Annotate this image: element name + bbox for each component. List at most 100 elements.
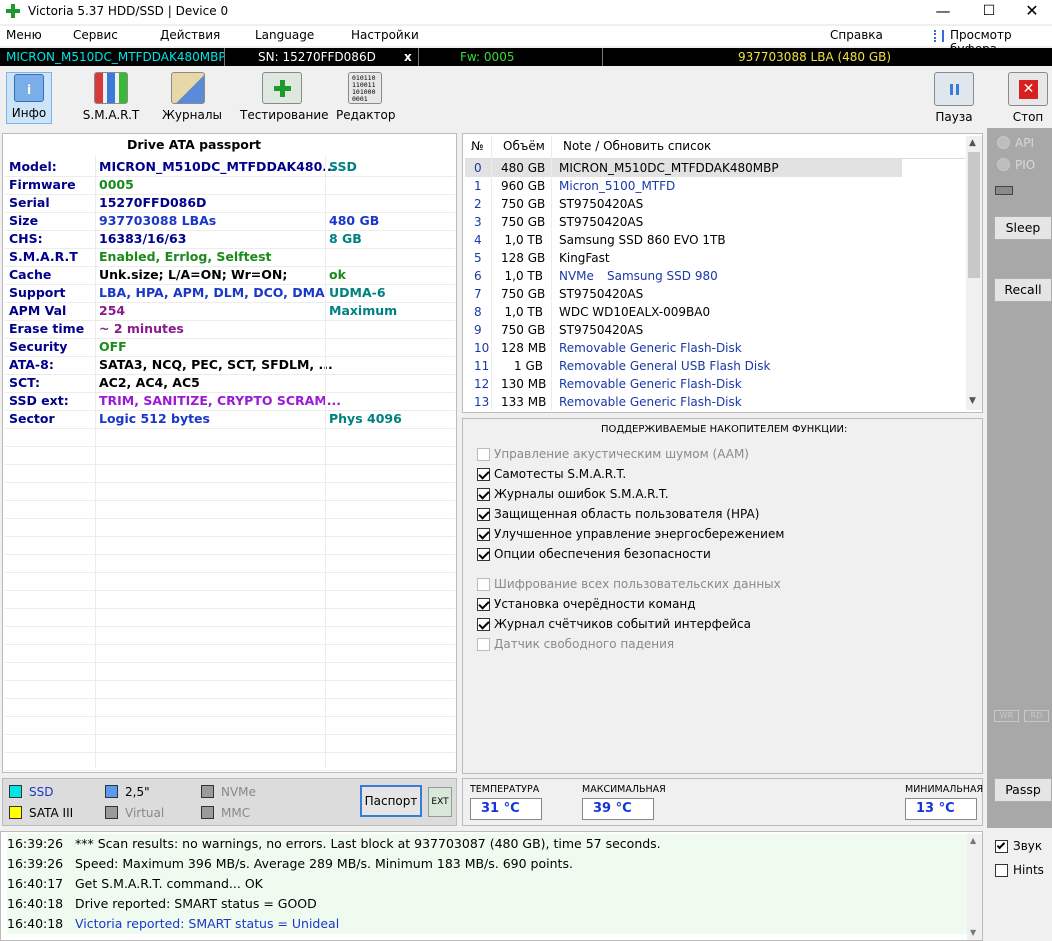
menu-help[interactable]: Справка bbox=[830, 28, 883, 42]
sound-label: Звук bbox=[1013, 839, 1043, 853]
info-tab-button[interactable]: i Инфо bbox=[6, 72, 52, 124]
row-divider bbox=[5, 752, 455, 753]
log-time: 16:39:26 bbox=[7, 836, 64, 851]
menu-language[interactable]: Language bbox=[255, 28, 314, 42]
feature-checkbox[interactable] bbox=[477, 488, 490, 501]
passport-field-value: ~ 2 minutes bbox=[99, 321, 184, 336]
smart-tab-button[interactable]: S.M.A.R.T bbox=[80, 72, 142, 122]
close-drive-button[interactable]: x bbox=[404, 48, 412, 66]
passport-field-value: 16383/16/63 bbox=[99, 231, 187, 246]
hints-checkbox[interactable] bbox=[995, 864, 1008, 877]
drive-list-row[interactable]: 8 1,0 TB WDC WD10EALX-009BA0 bbox=[465, 303, 965, 321]
log-scrollbar[interactable]: ▲ ▼ bbox=[967, 834, 982, 940]
feature-checkbox[interactable] bbox=[477, 468, 490, 481]
passport-button[interactable]: Паспорт bbox=[360, 785, 422, 817]
drive-list-row[interactable]: 5 128 GB KingFast bbox=[465, 249, 965, 267]
minimize-button[interactable]: — bbox=[920, 0, 966, 24]
row-divider bbox=[5, 644, 455, 645]
drive-list-row[interactable]: 4 1,0 TB Samsung SSD 860 EVO 1TB bbox=[465, 231, 965, 249]
mmc-color-swatch bbox=[201, 806, 214, 819]
divider bbox=[418, 48, 419, 66]
feature-checkbox[interactable] bbox=[477, 548, 490, 561]
passport-field-value: SATA3, NCQ, PEC, SCT, SFDLM, ... bbox=[99, 357, 333, 372]
recall-button[interactable]: Recall bbox=[994, 278, 1052, 302]
list-scrollbar[interactable]: ▲ ▼ bbox=[966, 136, 982, 410]
stop-button[interactable]: ✕ Стоп bbox=[1006, 72, 1050, 124]
ext-button[interactable]: EXT bbox=[428, 787, 452, 817]
drive-list-row[interactable]: 2 750 GB ST9750420AS bbox=[465, 195, 965, 213]
row-divider bbox=[5, 464, 455, 465]
testing-tab-button[interactable]: Тестирование bbox=[240, 72, 329, 122]
feature-checkbox[interactable] bbox=[477, 448, 490, 461]
feature-checkbox[interactable] bbox=[477, 638, 490, 651]
drive-size: 960 GB bbox=[501, 179, 546, 193]
column-size[interactable]: Объём bbox=[503, 139, 545, 153]
pause-button[interactable]: Пауза bbox=[932, 72, 976, 124]
pio-radio[interactable] bbox=[997, 158, 1010, 171]
drive-type-legend: SSD 2,5" NVMe SATA III Virtual MMC Паспо… bbox=[2, 778, 457, 826]
menu-settings[interactable]: Настройки bbox=[351, 28, 419, 42]
pause-icon bbox=[934, 72, 974, 106]
drive-name: Removable Generic Flash-Disk bbox=[559, 395, 742, 409]
drive-list-row[interactable]: 13 133 MB Removable Generic Flash-Disk bbox=[465, 393, 965, 411]
drive-list-row[interactable]: 7 750 GB ST9750420AS bbox=[465, 285, 965, 303]
passport-field-label: APM Val bbox=[9, 303, 67, 318]
feature-checkbox[interactable] bbox=[477, 578, 490, 591]
scroll-down-icon[interactable]: ▼ bbox=[970, 928, 976, 937]
drive-index: 2 bbox=[474, 197, 482, 211]
drive-interface: NVMe bbox=[559, 269, 594, 283]
passport-row: Sector Logic 512 bytes Phys 4096 bbox=[9, 410, 449, 428]
api-radio[interactable] bbox=[997, 136, 1010, 149]
drive-list: № Объём Note / Обновить список 0 480 GB MI… bbox=[462, 133, 983, 413]
stop-label: Стоп bbox=[1012, 110, 1044, 124]
nvme-color-swatch bbox=[201, 785, 214, 798]
feature-checkbox[interactable] bbox=[477, 528, 490, 541]
smart-label: S.M.A.R.T bbox=[82, 108, 140, 122]
drive-passport-panel: Drive ATA passport Model: MICRON_M510DC_M… bbox=[2, 133, 457, 773]
close-window-button[interactable]: ✕ bbox=[1012, 0, 1052, 24]
passp-button[interactable]: Passp bbox=[994, 778, 1052, 802]
scroll-up-icon[interactable]: ▲ bbox=[970, 836, 976, 845]
drive-index: 5 bbox=[474, 251, 482, 265]
pio-label: PIO bbox=[1015, 158, 1036, 172]
drive-list-row[interactable]: 10 128 MB Removable Generic Flash-Disk bbox=[465, 339, 965, 357]
drive-list-row[interactable]: 9 750 GB ST9750420AS bbox=[465, 321, 965, 339]
sound-checkbox[interactable] bbox=[995, 840, 1008, 853]
menu-service[interactable]: Сервис bbox=[73, 28, 118, 42]
log-line: 16:40:17 Get S.M.A.R.T. command... OK bbox=[7, 874, 967, 894]
maximize-button[interactable]: ☐ bbox=[966, 0, 1012, 24]
testing-label: Тестирование bbox=[240, 108, 329, 122]
sleep-button[interactable]: Sleep bbox=[994, 216, 1052, 240]
feature-checkbox[interactable] bbox=[477, 508, 490, 521]
drive-list-row[interactable]: 0 480 GB MICRON_M510DC_MTFDDAK480MBP bbox=[465, 159, 902, 177]
drive-name: Samsung SSD 980 bbox=[607, 269, 718, 283]
passport-field-extra: Maximum bbox=[329, 303, 398, 318]
column-number[interactable]: № bbox=[471, 139, 483, 153]
drive-list-row[interactable]: 3 750 GB ST9750420AS bbox=[465, 213, 965, 231]
menu-actions[interactable]: Действия bbox=[160, 28, 220, 42]
feature-item: Журналы ошибок S.M.A.R.T. bbox=[477, 484, 877, 504]
passport-field-label: Erase time bbox=[9, 321, 85, 336]
column-note-refresh[interactable]: Note / Обновить список bbox=[563, 139, 711, 153]
scroll-down-icon[interactable]: ▼ bbox=[969, 396, 976, 406]
drive-list-row[interactable]: 6 1,0 TB NVMe Samsung SSD 980 bbox=[465, 267, 965, 285]
feature-checkbox[interactable] bbox=[477, 598, 490, 611]
drive-size: 480 GB bbox=[501, 161, 546, 175]
passport-field-value: Enabled, Errlog, Selftest bbox=[99, 249, 272, 264]
scroll-thumb[interactable] bbox=[968, 152, 980, 278]
list-icon bbox=[934, 30, 944, 42]
passport-field-label: Serial bbox=[9, 195, 50, 210]
virtual-color-swatch bbox=[105, 806, 118, 819]
supported-features-panel: ПОДДЕРЖИВАЕМЫЕ НАКОПИТЕЛЕМ ФУНКЦИИ: Упра… bbox=[462, 418, 983, 774]
scroll-up-icon[interactable]: ▲ bbox=[969, 138, 976, 148]
logs-tab-button[interactable]: Журналы bbox=[162, 72, 222, 122]
temperature-panel: ТЕМПЕРАТУРА 31 °C МАКСИМАЛЬНАЯ 39 °C МИН… bbox=[462, 778, 983, 826]
feature-checkbox[interactable] bbox=[477, 618, 490, 631]
menu-main[interactable]: Меню bbox=[6, 28, 42, 42]
drive-name: Removable Generic Flash-Disk bbox=[559, 341, 742, 355]
drive-list-row[interactable]: 11 1 GB Removable General USB Flash Disk bbox=[465, 357, 965, 375]
drive-index: 6 bbox=[474, 269, 482, 283]
drive-list-row[interactable]: 1 960 GB Micron_5100_MTFD bbox=[465, 177, 965, 195]
drive-list-row[interactable]: 12 130 MB Removable Generic Flash-Disk bbox=[465, 375, 965, 393]
editor-tab-button[interactable]: 010110 110011 101000 0001 Редактор bbox=[336, 72, 395, 122]
